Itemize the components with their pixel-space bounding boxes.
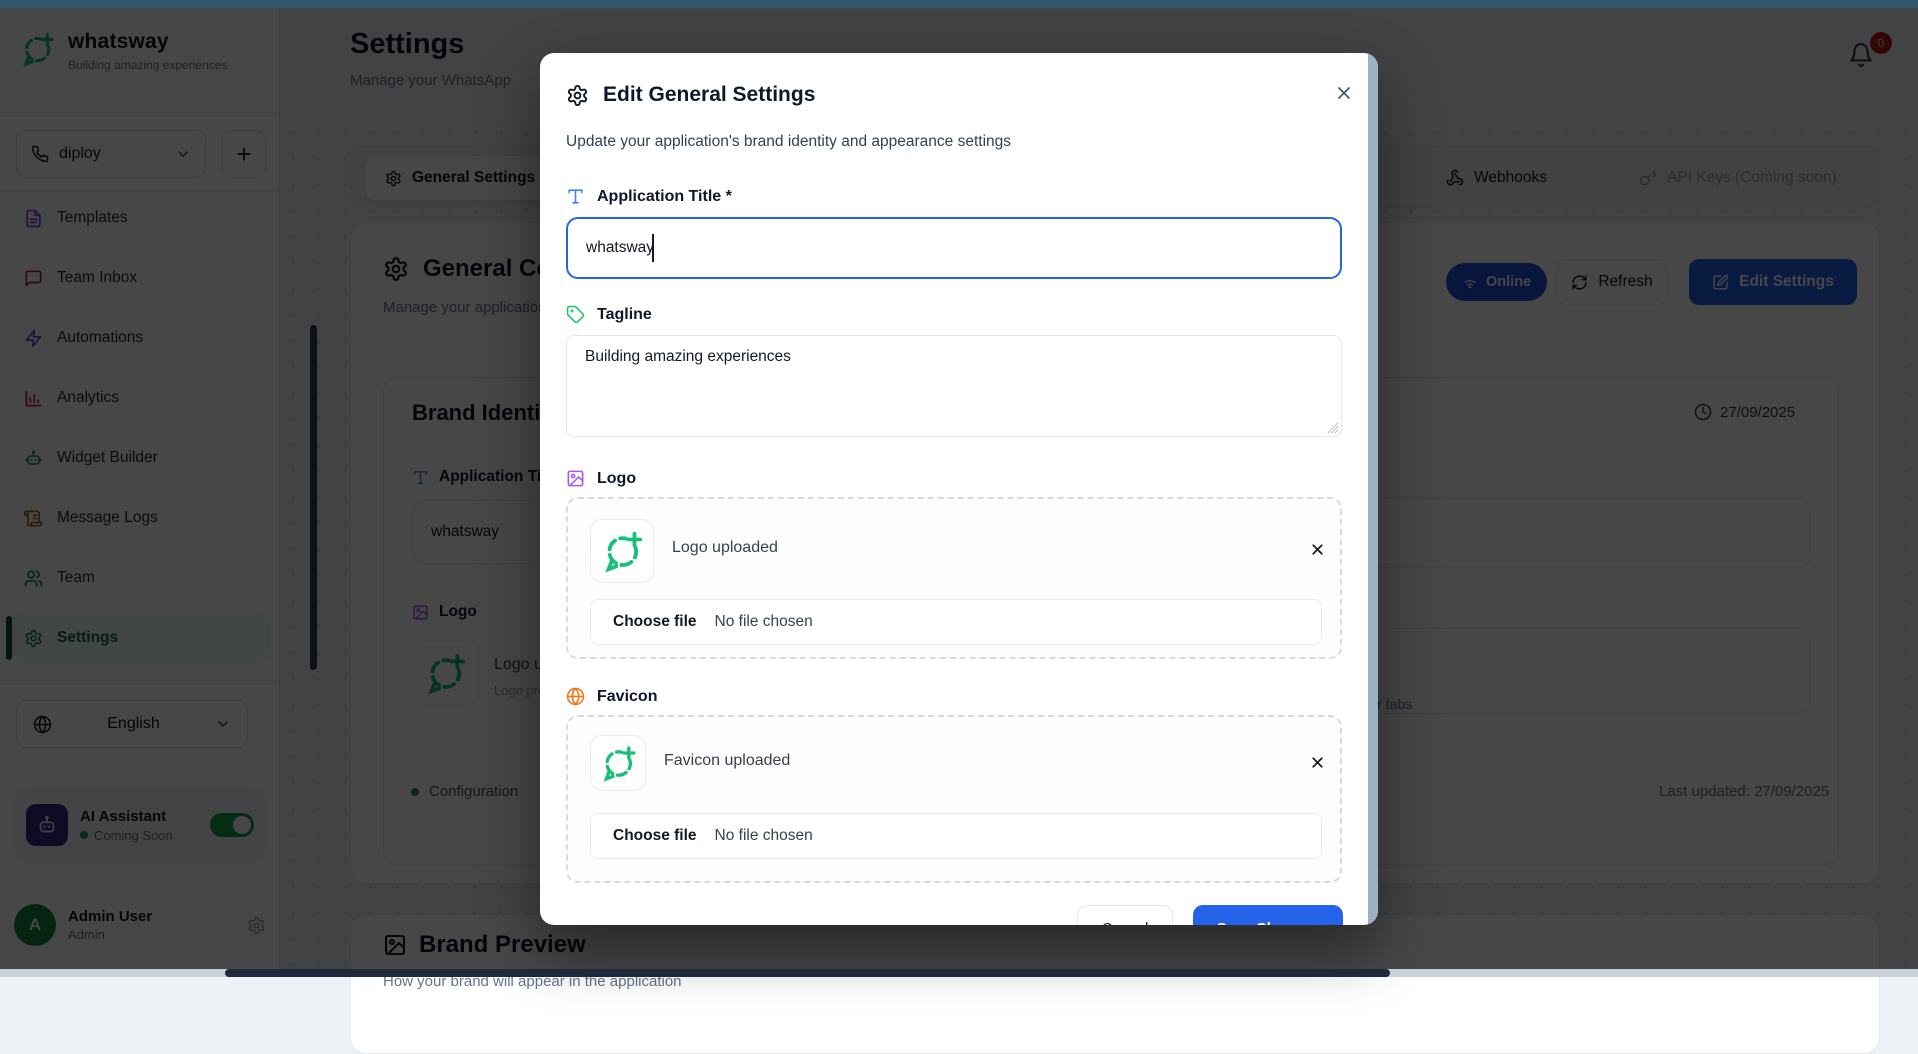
application-title-label: Application Title * (566, 187, 732, 206)
modal-title: Edit General Settings (603, 83, 815, 107)
logo-label: Logo (566, 469, 636, 488)
tag-icon (566, 305, 585, 324)
choose-file-button[interactable]: Choose file (613, 613, 697, 631)
remove-logo-button[interactable] (1303, 535, 1331, 563)
edit-general-settings-modal: Edit General Settings Update your applic… (540, 53, 1378, 925)
logo-file-input[interactable]: Choose file No file chosen (590, 599, 1322, 645)
save-changes-button[interactable]: Save Changes (1193, 905, 1343, 925)
globe-icon (566, 687, 585, 706)
favicon-file-input[interactable]: Choose file No file chosen (590, 813, 1322, 859)
choose-file-button[interactable]: Choose file (613, 827, 697, 845)
close-icon (1309, 541, 1326, 558)
cancel-button[interactable]: Cancel (1077, 905, 1173, 925)
whatsway-logo-icon (598, 743, 638, 783)
favicon-label: Favicon (566, 687, 657, 706)
logo-uploaded-thumbnail (590, 519, 654, 583)
favicon-upload-zone: Favicon uploaded Choose file No file cho… (566, 715, 1342, 883)
close-button[interactable] (1328, 77, 1360, 109)
tagline-textarea[interactable]: Building amazing experiences (566, 335, 1342, 437)
logo-status-text: Logo uploaded (672, 539, 778, 557)
horizontal-scrollbar-thumb[interactable] (225, 969, 1390, 977)
application-title-field (566, 217, 1342, 279)
favicon-status-text: Favicon uploaded (664, 752, 790, 770)
application-title-input[interactable] (566, 217, 1342, 279)
modal-subtitle: Update your application's brand identity… (566, 133, 1011, 151)
horizontal-scrollbar[interactable] (0, 969, 1918, 977)
no-file-chosen-text: No file chosen (715, 827, 813, 845)
image-icon (566, 469, 585, 488)
remove-favicon-button[interactable] (1303, 748, 1331, 776)
top-accent-bar (0, 0, 1918, 8)
gear-icon (566, 84, 589, 107)
no-file-chosen-text: No file chosen (715, 613, 813, 631)
modal-scrollbar[interactable] (1368, 53, 1378, 925)
logo-upload-zone: Logo uploaded Choose file No file chosen (566, 497, 1342, 659)
favicon-uploaded-thumbnail (590, 735, 646, 791)
whatsway-logo-icon (599, 528, 645, 574)
close-icon (1334, 83, 1354, 103)
type-icon (566, 187, 585, 206)
close-icon (1309, 754, 1326, 771)
text-caret (652, 234, 654, 262)
tagline-label: Tagline (566, 305, 652, 324)
